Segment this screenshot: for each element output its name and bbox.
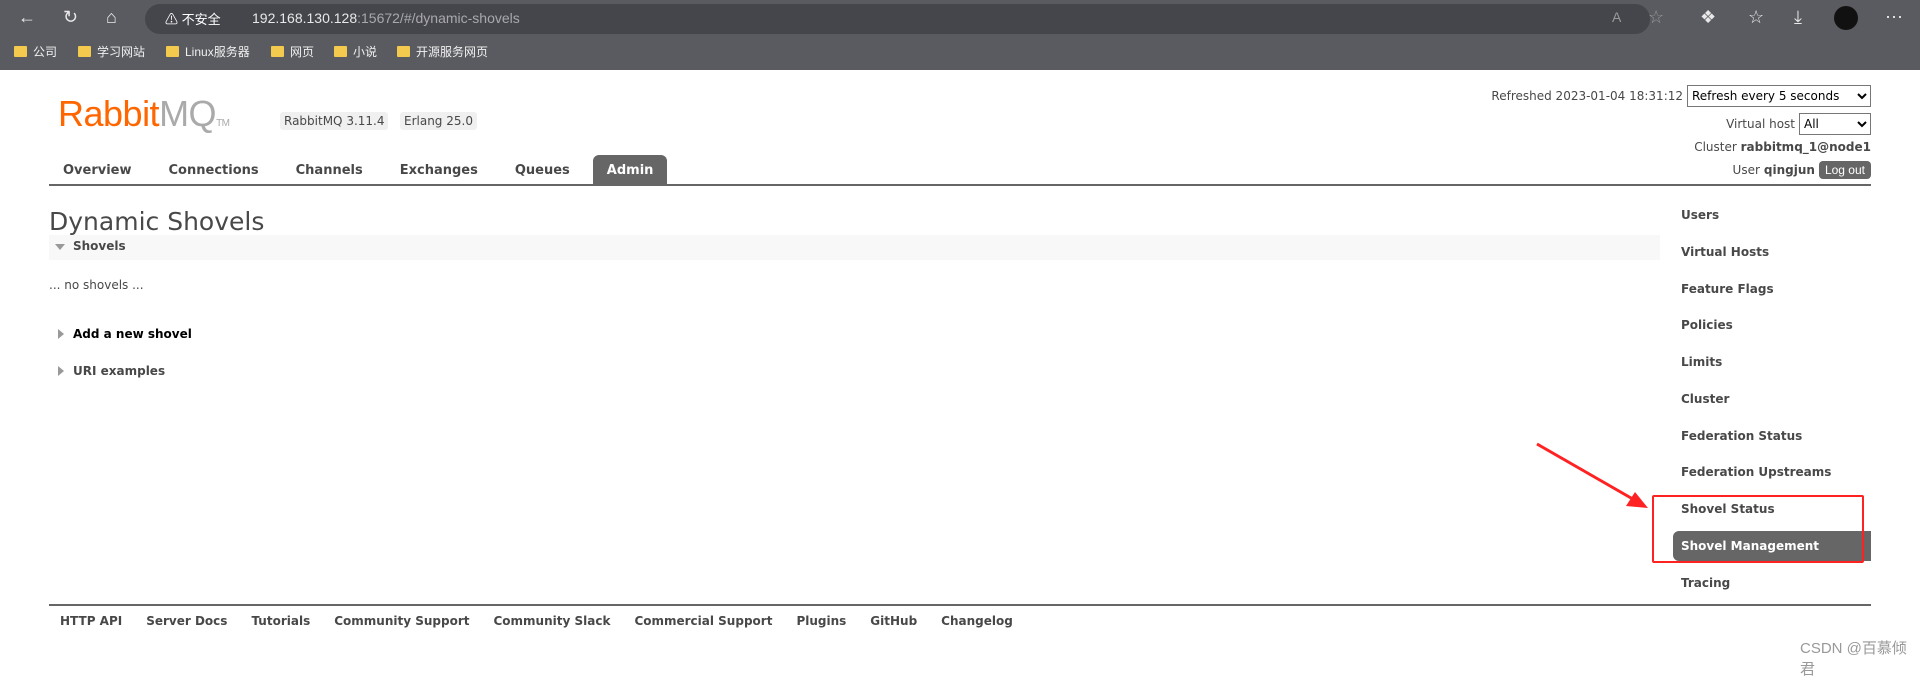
more-icon[interactable]: ⋯ — [1885, 7, 1903, 28]
add-shovel-toggle[interactable]: Add a new shovel — [58, 327, 192, 341]
bookmark[interactable]: 开源服务网页 — [397, 43, 488, 60]
version-badge: RabbitMQ 3.11.4 — [280, 112, 389, 130]
footer-link-tutorials[interactable]: Tutorials — [251, 614, 310, 628]
bookmark-label: 网页 — [290, 45, 315, 59]
menu-policies[interactable]: Policies — [1673, 310, 1871, 340]
back-icon[interactable]: ← — [18, 7, 36, 28]
footer-link-github[interactable]: GitHub — [870, 614, 917, 628]
bookmark[interactable]: 学习网站 — [78, 43, 145, 60]
bookmark[interactable]: 网页 — [271, 43, 314, 60]
cluster-label: Cluster — [1694, 140, 1737, 154]
menu-feature-flags[interactable]: Feature Flags — [1673, 274, 1871, 304]
footer-link-community-support[interactable]: Community Support — [334, 614, 469, 628]
logo-mq: MQ — [159, 93, 217, 134]
footer-link-commercial-support[interactable]: Commercial Support — [634, 614, 772, 628]
home-icon[interactable]: ⌂ — [106, 7, 117, 28]
menu-federation-status[interactable]: Federation Status — [1673, 421, 1871, 451]
refreshed-label: Refreshed 2023-01-04 18:31:12 — [1491, 89, 1683, 103]
arrow-head — [1626, 492, 1648, 508]
menu-tracing[interactable]: Tracing — [1673, 568, 1871, 598]
reload-icon[interactable]: ↻ — [63, 7, 78, 28]
footer-link-plugins[interactable]: Plugins — [796, 614, 846, 628]
vhost-label: Virtual host — [1726, 117, 1795, 131]
folder-icon — [166, 46, 179, 57]
profile-avatar[interactable] — [1834, 6, 1858, 30]
main-nav: Overview Connections Channels Exchanges … — [49, 155, 1871, 186]
tab-admin[interactable]: Admin — [592, 155, 668, 186]
bookmark-label: 公司 — [33, 45, 58, 59]
download-icon[interactable]: ⤓ — [1794, 7, 1802, 28]
menu-users[interactable]: Users — [1673, 200, 1871, 230]
page-title: Dynamic Shovels — [49, 207, 265, 236]
bookmark-label: 开源服务网页 — [416, 45, 489, 59]
uri-examples-toggle[interactable]: URI examples — [58, 364, 165, 378]
refresh-row: Refreshed 2023-01-04 18:31:12 Refresh ev… — [1491, 85, 1871, 107]
footer-link-changelog[interactable]: Changelog — [941, 614, 1013, 628]
browser-toolbar: ← ↻ ⌂ ⚠ 不安全 192.168.130.128:15672/#/dyna… — [0, 0, 1920, 70]
section-title: Shovels — [73, 239, 126, 253]
bookmark[interactable]: 小说 — [334, 43, 377, 60]
arrow-shaft — [1536, 442, 1639, 504]
triangle-down-icon — [55, 244, 65, 250]
cluster-info: Cluster rabbitmq_1@node1 — [1694, 140, 1871, 154]
url-path: :15672/#/dynamic-shovels — [357, 10, 520, 26]
triangle-right-icon — [58, 366, 64, 376]
cluster-name: rabbitmq_1@node1 — [1740, 140, 1871, 154]
empty-message: ... no shovels ... — [49, 278, 144, 292]
footer-link-community-slack[interactable]: Community Slack — [493, 614, 610, 628]
menu-virtual-hosts[interactable]: Virtual Hosts — [1673, 237, 1871, 267]
bookmark-label: 学习网站 — [97, 45, 146, 59]
tab-channels[interactable]: Channels — [282, 155, 377, 186]
logo-tm: TM — [216, 118, 230, 129]
folder-icon — [334, 46, 347, 57]
security-warning[interactable]: ⚠ 不安全 — [165, 9, 221, 28]
shovels-section-toggle[interactable]: Shovels — [49, 235, 1660, 260]
annotation-highlight-box — [1652, 495, 1864, 563]
bookmark[interactable]: 公司 — [14, 43, 57, 60]
folder-icon — [397, 46, 410, 57]
refresh-select[interactable]: Refresh every 5 seconds — [1687, 85, 1871, 107]
url-text[interactable]: 192.168.130.128:15672/#/dynamic-shovels — [252, 10, 520, 26]
favorite-add-icon[interactable]: ☆ — [1648, 7, 1664, 28]
footer-divider — [49, 604, 1871, 606]
favorites-icon[interactable]: ☆ — [1748, 7, 1764, 28]
menu-limits[interactable]: Limits — [1673, 347, 1871, 377]
vhost-select[interactable]: All — [1799, 113, 1871, 135]
uri-examples-label: URI examples — [73, 364, 166, 378]
logo-rabbit: Rabbit — [58, 93, 160, 134]
bookmark-label: 小说 — [353, 45, 378, 59]
rabbitmq-logo[interactable]: RabbitMQTM — [58, 96, 230, 142]
tab-exchanges[interactable]: Exchanges — [386, 155, 492, 186]
vhost-row: Virtual host All — [1726, 113, 1871, 135]
tab-overview[interactable]: Overview — [49, 155, 146, 186]
footer-link-http-api[interactable]: HTTP API — [60, 614, 122, 628]
footer-links: HTTP API Server Docs Tutorials Community… — [60, 614, 1013, 628]
triangle-right-icon — [58, 329, 64, 339]
bookmark-label: Linux服务器 — [185, 45, 250, 59]
security-label: 不安全 — [181, 12, 221, 27]
bookmark[interactable]: Linux服务器 — [166, 43, 250, 60]
url-host: 192.168.130.128 — [252, 10, 358, 26]
add-shovel-label: Add a new shovel — [73, 327, 192, 341]
tab-queues[interactable]: Queues — [501, 155, 584, 186]
erlang-badge: Erlang 25.0 — [400, 112, 477, 130]
read-aloud-icon[interactable]: A — [1612, 9, 1621, 25]
folder-icon — [271, 46, 284, 57]
footer-link-server-docs[interactable]: Server Docs — [146, 614, 227, 628]
folder-icon — [78, 46, 91, 57]
extensions-icon[interactable]: ❖ — [1700, 7, 1716, 28]
watermark: CSDN @百慕倾君 — [1800, 640, 1907, 678]
tab-connections[interactable]: Connections — [155, 155, 273, 186]
menu-federation-upstreams[interactable]: Federation Upstreams — [1673, 457, 1871, 487]
menu-cluster[interactable]: Cluster — [1673, 384, 1871, 414]
annotation-arrow — [1536, 442, 1648, 508]
folder-icon — [14, 46, 27, 57]
